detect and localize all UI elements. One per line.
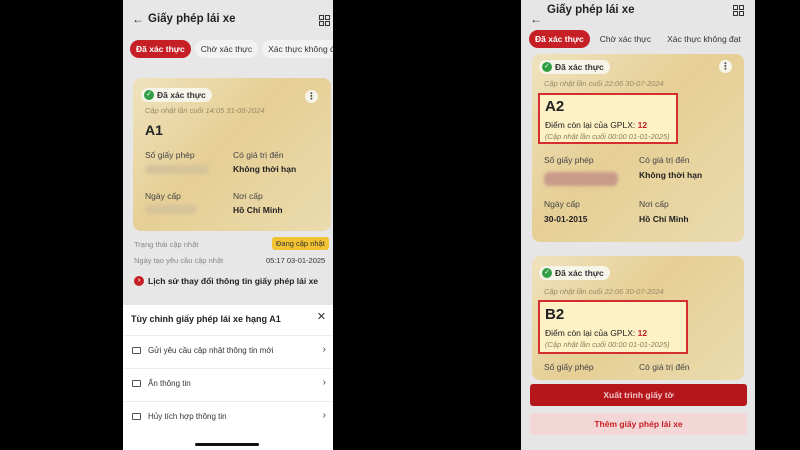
request-date-value: 05:17 03-01-2025	[266, 256, 326, 265]
add-license-button[interactable]: Thêm giấy phép lái xe	[530, 413, 747, 435]
screenshot-stage: ← Giấy phép lái xe Đã xác thực Chờ xác t…	[0, 0, 800, 450]
history-link-label: Lịch sử thay đổi thông tin giấy phép lái…	[148, 276, 319, 286]
tab-failed[interactable]: Xác thực không đạt	[661, 30, 747, 48]
verified-badge: ✓ Đã xác thực	[539, 266, 610, 280]
request-date-label: Ngày tạo yêu cầu cập nhật	[134, 256, 224, 265]
id-card-icon	[132, 380, 141, 387]
points-updated: (Cập nhật lần cuối 00:00 01-01-2025)	[545, 340, 670, 349]
remaining-points: Điểm còn lại của GPLX: 12	[545, 120, 648, 130]
issue-place-value: Hồ Chí Minh	[639, 214, 689, 224]
home-indicator	[195, 443, 259, 446]
license-class: A1	[145, 122, 163, 138]
qr-code-icon[interactable]	[733, 5, 744, 16]
sheet-item-remove-integration[interactable]: Hủy tích hợp thông tin ›	[123, 401, 333, 431]
check-icon: ✓	[144, 90, 154, 100]
id-card-icon	[132, 347, 141, 354]
update-status-badge: Đang cập nhật	[272, 237, 329, 250]
issue-date-value: 30-01-2015	[544, 214, 588, 224]
points-updated: (Cập nhật lần cuối 00:00 01-01-2025)	[545, 132, 670, 141]
issue-place-label: Nơi cấp	[233, 191, 263, 201]
license-number-label: Số giấy phép	[544, 155, 594, 165]
sheet-item-label: Hủy tích hợp thông tin	[148, 412, 227, 421]
chevron-right-icon: ›	[322, 344, 326, 355]
app-header: ← Giấy phép lái xe	[123, 0, 333, 40]
license-card-a1[interactable]: ✓ Đã xác thực ⋮ Cập nhật lần cuối 14:05 …	[133, 78, 331, 231]
issue-date-label: Ngày cấp	[145, 191, 181, 201]
license-number-label: Số giấy phép	[145, 150, 195, 160]
license-number-label: Số giấy phép	[544, 362, 594, 372]
bottom-sheet: Tùy chỉnh giấy phép lái xe hạng A1 ✕ Gửi…	[123, 305, 333, 450]
issue-date-label: Ngày cấp	[544, 199, 580, 209]
back-arrow-icon[interactable]: ←	[132, 13, 144, 25]
more-options-icon[interactable]: ⋮	[719, 60, 732, 73]
remaining-points: Điểm còn lại của GPLX: 12	[545, 328, 648, 338]
id-card-icon	[132, 413, 141, 420]
change-history-link[interactable]: › Lịch sử thay đổi thông tin giấy phép l…	[134, 276, 318, 286]
page-title: Giấy phép lái xe	[148, 13, 236, 25]
present-documents-button[interactable]: Xuất trình giấy tờ	[530, 384, 747, 406]
sheet-title: Tùy chỉnh giấy phép lái xe hạng A1	[131, 314, 281, 324]
check-icon: ✓	[542, 268, 552, 278]
issue-date-hidden	[145, 205, 197, 214]
license-number-hidden	[145, 165, 209, 174]
check-icon: ✓	[542, 62, 552, 72]
valid-until-value: Không thời hạn	[639, 170, 703, 180]
points-highlight-a2: A2 Điểm còn lại của GPLX: 12 (Cập nhật l…	[538, 93, 678, 144]
verification-tabs: Đã xác thực Chờ xác thực Xác thực không …	[529, 30, 747, 48]
verified-badge: ✓ Đã xác thực	[141, 88, 212, 102]
issue-place-label: Nơi cấp	[639, 199, 669, 209]
badge-label: Đã xác thực	[555, 62, 604, 72]
more-options-icon[interactable]: ⋮	[305, 90, 318, 103]
license-class: B2	[545, 306, 565, 323]
back-arrow-icon[interactable]: ←	[530, 13, 542, 25]
qr-code-icon[interactable]	[319, 15, 330, 26]
page-title: Giấy phép lái xe	[547, 4, 635, 16]
sheet-item-label: Ẩn thông tin	[148, 379, 191, 388]
left-phone-screen: ← Giấy phép lái xe Đã xác thực Chờ xác t…	[123, 0, 333, 450]
valid-until-label: Có giá trị đến	[639, 155, 690, 165]
badge-label: Đã xác thực	[157, 90, 206, 100]
chevron-right-icon: ›	[322, 377, 326, 388]
verification-tabs: Đã xác thực Chờ xác thực Xác thực không …	[130, 40, 333, 58]
valid-until-label: Có giá trị đến	[233, 150, 284, 160]
sheet-item-request-update[interactable]: Gửi yêu cầu cập nhật thông tin mới ›	[123, 335, 333, 365]
tab-pending[interactable]: Chờ xác thực	[194, 40, 259, 58]
tab-verified[interactable]: Đã xác thực	[130, 40, 191, 58]
tab-verified[interactable]: Đã xác thực	[529, 30, 590, 48]
verified-badge: ✓ Đã xác thực	[539, 60, 610, 74]
license-class: A2	[545, 98, 565, 115]
tab-failed[interactable]: Xác thực không đạt	[262, 40, 333, 58]
sheet-item-hide-info[interactable]: Ẩn thông tin ›	[123, 368, 333, 398]
last-updated: Cập nhật lần cuối 14:05 31-08-2024	[145, 106, 265, 115]
chevron-right-icon: ›	[322, 410, 326, 421]
badge-label: Đã xác thực	[555, 268, 604, 278]
close-icon[interactable]: ✕	[317, 312, 326, 323]
valid-until-label: Có giá trị đến	[639, 362, 690, 372]
issue-place-value: Hồ Chí Minh	[233, 205, 283, 215]
last-updated: Cập nhật lần cuối 22:06 30-07-2024	[544, 79, 664, 88]
tab-pending[interactable]: Chờ xác thực	[594, 30, 657, 48]
right-phone-screen: ← Giấy phép lái xe Đã xác thực Chờ xác t…	[521, 0, 755, 450]
sheet-item-label: Gửi yêu cầu cập nhật thông tin mới	[148, 346, 274, 355]
valid-until-value: Không thời hạn	[233, 164, 297, 174]
license-number-hidden	[544, 172, 618, 186]
last-updated: Cập nhật lần cuối 22:06 30-07-2024	[544, 287, 664, 296]
arrow-right-circle-icon: ›	[134, 276, 144, 286]
points-highlight-b2: B2 Điểm còn lại của GPLX: 12 (Cập nhật l…	[538, 300, 688, 354]
update-status-label: Trạng thái cập nhật	[134, 240, 199, 249]
